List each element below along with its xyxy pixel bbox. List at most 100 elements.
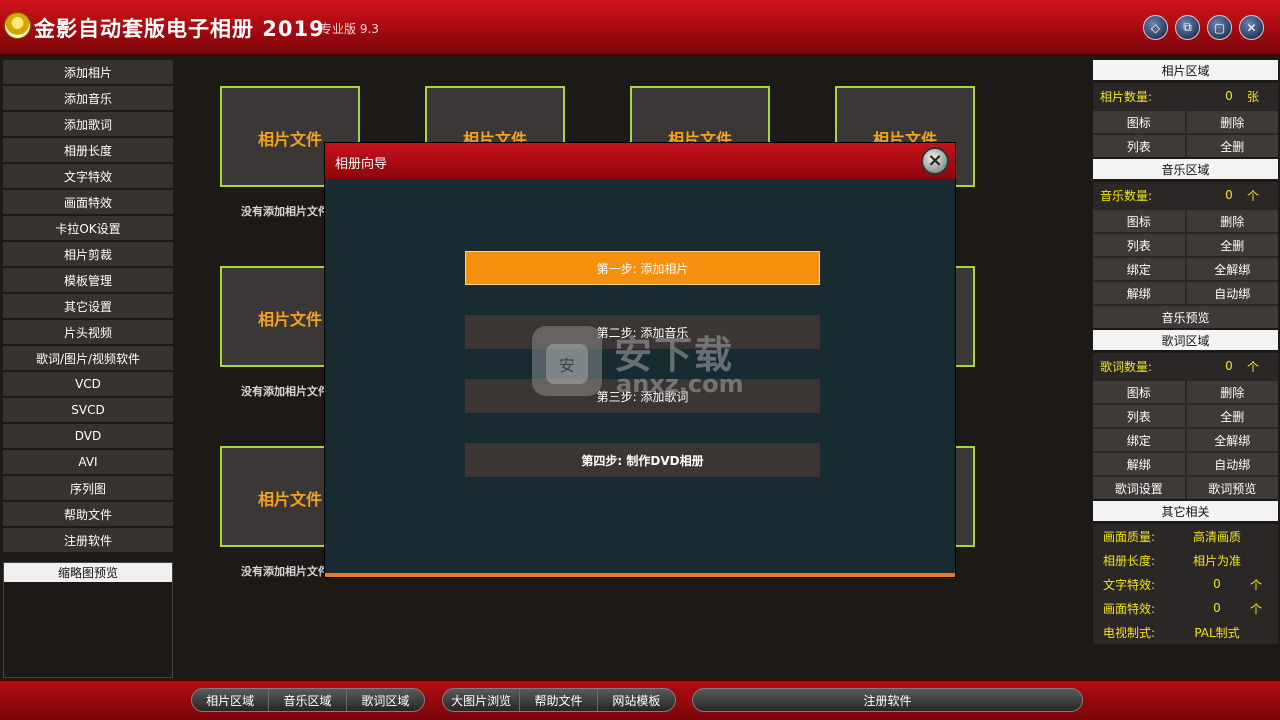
watermark-badge: 安 <box>546 344 588 384</box>
dialog-title-bar: 相册向导 × <box>325 143 955 179</box>
slot-caption: 没有添加相片文件 <box>241 205 329 218</box>
menu-photo-crop[interactable]: 相片剪裁 <box>3 242 173 266</box>
menu-other-settings[interactable]: 其它设置 <box>3 294 173 318</box>
photo-count-label: 相片数量: <box>1100 89 1153 104</box>
bottom-register-group: 注册软件 <box>692 688 1083 712</box>
thumbnail-preview-title: 缩略图预览 <box>4 563 172 582</box>
bottom-large-view-button[interactable]: 大图片浏览 <box>443 689 521 711</box>
lyrics-count-unit: 个 <box>1246 359 1259 374</box>
menu-image-effects[interactable]: 画面特效 <box>3 190 173 214</box>
music-delete-all-button[interactable]: 全删 <box>1186 234 1278 256</box>
other-value: 0 <box>1213 577 1221 591</box>
photo-count-value: 0 <box>1225 89 1233 103</box>
bottom-lyrics-area-button[interactable]: 歌词区域 <box>347 689 424 711</box>
dialog-title: 相册向导 <box>335 157 388 172</box>
lyrics-preview-button[interactable]: 歌词预览 <box>1186 477 1278 499</box>
other-value: 高清画质 <box>1192 529 1241 544</box>
other-label: 画面质量: <box>1103 529 1156 544</box>
app-logo-icon <box>4 12 31 39</box>
dialog-bottom-stripe <box>325 573 955 577</box>
watermark: 安 安下载 anxz.com <box>530 322 760 402</box>
other-row-image-effects[interactable]: 画面特效: 0 个 <box>1093 596 1278 620</box>
other-row-tv-standard[interactable]: 电视制式: PAL制式 <box>1093 620 1278 644</box>
photo-delete-button[interactable]: 删除 <box>1186 111 1278 133</box>
bottom-help-button[interactable]: 帮助文件 <box>520 689 598 711</box>
skin-icon[interactable]: ◇ <box>1143 15 1168 40</box>
other-value: PAL制式 <box>1194 625 1240 640</box>
other-label: 文字特效: <box>1103 577 1156 592</box>
lyrics-settings-button[interactable]: 歌词设置 <box>1093 477 1185 499</box>
lyrics-list-view-button[interactable]: 列表 <box>1093 405 1185 427</box>
thumbnail-preview-panel: 缩略图预览 <box>3 562 173 678</box>
menu-karaoke-settings[interactable]: 卡拉OK设置 <box>3 216 173 240</box>
lyrics-icon-view-button[interactable]: 图标 <box>1093 381 1185 403</box>
menu-album-length[interactable]: 相册长度 <box>3 138 173 162</box>
other-label: 画面特效: <box>1103 601 1156 616</box>
photo-count-unit: 张 <box>1246 89 1259 104</box>
photo-count-row: 相片数量: 0 张 <box>1093 83 1278 109</box>
lyrics-section-title: 歌词区域 <box>1093 330 1278 350</box>
music-unbind-all-button[interactable]: 全解绑 <box>1186 258 1278 280</box>
lyrics-delete-all-button[interactable]: 全删 <box>1186 405 1278 427</box>
other-row-text-effects[interactable]: 文字特效: 0 个 <box>1093 572 1278 596</box>
app-title: 金影自动套版电子相册 2019 <box>34 17 325 41</box>
lyrics-unbind-all-button[interactable]: 全解绑 <box>1186 429 1278 451</box>
right-panel: 相片区域 相片数量: 0 张 图标 删除 列表 全删 音乐区域 音乐数量: 0 个 … <box>1093 60 1278 644</box>
other-section-title: 其它相关 <box>1093 501 1278 521</box>
minimize-icon[interactable]: ⧉ <box>1175 15 1200 40</box>
bottom-music-area-button[interactable]: 音乐区域 <box>269 689 347 711</box>
other-value: 0 <box>1213 601 1221 615</box>
lyrics-bind-button[interactable]: 绑定 <box>1093 429 1185 451</box>
menu-intro-video[interactable]: 片头视频 <box>3 320 173 344</box>
photo-list-view-button[interactable]: 列表 <box>1093 135 1185 157</box>
photo-icon-view-button[interactable]: 图标 <box>1093 111 1185 133</box>
wizard-step-make-dvd[interactable]: 第四步: 制作DVD相册 <box>465 443 820 477</box>
dialog-close-icon[interactable]: × <box>921 147 949 175</box>
lyrics-count-label: 歌词数量: <box>1100 359 1153 374</box>
menu-vcd[interactable]: VCD <box>3 372 173 396</box>
menu-svcd[interactable]: SVCD <box>3 398 173 422</box>
lyrics-section: 歌词数量: 0 个 图标 删除 列表 全删 绑定 全解绑 解绑 自动绑 歌词设置 歌词预览 <box>1093 353 1278 499</box>
lyrics-auto-bind-button[interactable]: 自动绑 <box>1186 453 1278 475</box>
menu-dvd[interactable]: DVD <box>3 424 173 448</box>
bottom-register-button[interactable]: 注册软件 <box>693 689 1082 711</box>
lyrics-delete-button[interactable]: 删除 <box>1186 381 1278 403</box>
music-list-view-button[interactable]: 列表 <box>1093 234 1185 256</box>
menu-add-lyrics[interactable]: 添加歌词 <box>3 112 173 136</box>
other-value: 相片为准 <box>1192 553 1241 568</box>
menu-avi[interactable]: AVI <box>3 450 173 474</box>
lyrics-count-value: 0 <box>1225 359 1233 373</box>
lyrics-unbind-button[interactable]: 解绑 <box>1093 453 1185 475</box>
menu-add-music[interactable]: 添加音乐 <box>3 86 173 110</box>
other-label: 电视制式: <box>1103 625 1156 640</box>
menu-text-effects[interactable]: 文字特效 <box>3 164 173 188</box>
close-icon[interactable]: ✕ <box>1239 15 1264 40</box>
menu-template-manager[interactable]: 模板管理 <box>3 268 173 292</box>
wizard-step-add-photos[interactable]: 第一步: 添加相片 <box>465 251 820 285</box>
other-unit: 个 <box>1249 577 1262 592</box>
menu-help[interactable]: 帮助文件 <box>3 502 173 526</box>
watermark-subtext: anxz.com <box>616 370 744 398</box>
left-menu: 添加相片 添加音乐 添加歌词 相册长度 文字特效 画面特效 卡拉OK设置 相片剪… <box>3 60 173 554</box>
music-preview-button[interactable]: 音乐预览 <box>1093 306 1278 328</box>
menu-add-photo[interactable]: 添加相片 <box>3 60 173 84</box>
music-icon-view-button[interactable]: 图标 <box>1093 210 1185 232</box>
music-bind-button[interactable]: 绑定 <box>1093 258 1185 280</box>
lyrics-count-row: 歌词数量: 0 个 <box>1093 353 1278 379</box>
music-delete-button[interactable]: 删除 <box>1186 210 1278 232</box>
slot-caption: 没有添加相片文件 <box>241 385 329 398</box>
other-unit: 个 <box>1249 601 1262 616</box>
music-auto-bind-button[interactable]: 自动绑 <box>1186 282 1278 304</box>
photo-delete-all-button[interactable]: 全删 <box>1186 135 1278 157</box>
menu-sequence[interactable]: 序列图 <box>3 476 173 500</box>
menu-register[interactable]: 注册软件 <box>3 528 173 552</box>
other-row-length[interactable]: 相册长度: 相片为准 <box>1093 548 1278 572</box>
bottom-web-templates-button[interactable]: 网站模板 <box>598 689 675 711</box>
music-unbind-button[interactable]: 解绑 <box>1093 282 1185 304</box>
maximize-icon[interactable]: ▢ <box>1207 15 1232 40</box>
bottom-photo-area-button[interactable]: 相片区域 <box>192 689 270 711</box>
other-row-quality[interactable]: 画面质量: 高清画质 <box>1093 524 1278 548</box>
music-section: 音乐数量: 0 个 图标 删除 列表 全删 绑定 全解绑 解绑 自动绑 音乐预览 <box>1093 182 1278 328</box>
menu-media-software[interactable]: 歌词/图片/视频软件 <box>3 346 173 370</box>
bottom-bar: 相片区域 音乐区域 歌词区域 大图片浏览 帮助文件 网站模板 注册软件 <box>0 680 1280 720</box>
